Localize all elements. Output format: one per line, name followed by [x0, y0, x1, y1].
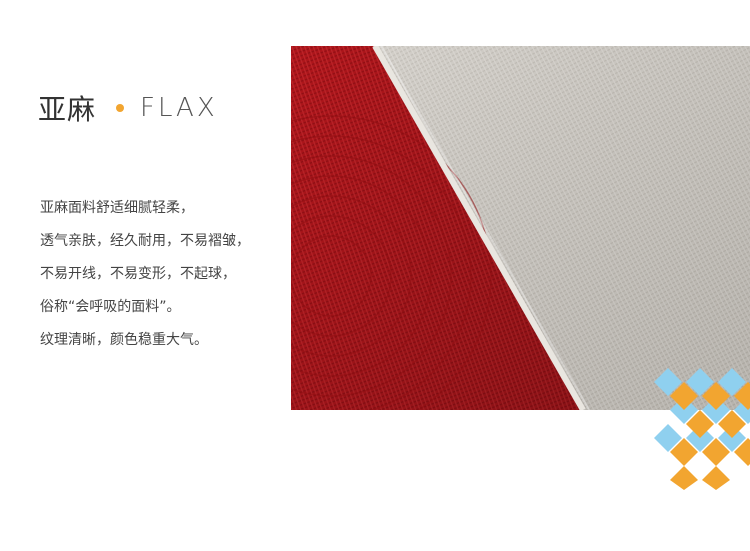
section-heading: 亚麻 FLAX [38, 88, 218, 128]
description-line: 不易开线，不易变形，不起球， [40, 266, 236, 282]
diamond-pattern-decoration [648, 362, 750, 490]
heading-title-en: FLAX [140, 93, 218, 123]
heading-title-cn: 亚麻 [38, 93, 97, 126]
description-line: 俗称“会呼吸的面料”。 [40, 299, 181, 315]
heading-dot-separator [116, 104, 125, 112]
description-block: 亚麻面料舒适细腻轻柔， 透气亲肤，经久耐用，不易褶皱， 不易开线，不易变形，不起… [40, 192, 285, 357]
fabric-photo [291, 46, 750, 410]
description-line: 透气亲肤，经久耐用，不易褶皱， [40, 233, 250, 249]
description-line: 纹理清晰，颜色稳重大气。 [40, 332, 208, 348]
description-line: 亚麻面料舒适细腻轻柔， [40, 200, 194, 216]
